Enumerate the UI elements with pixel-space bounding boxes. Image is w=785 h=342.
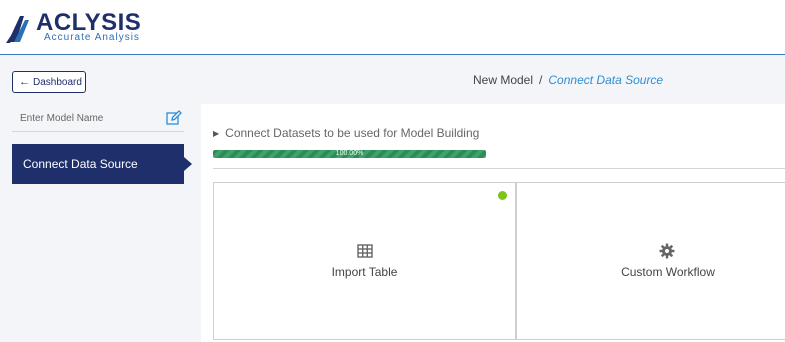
- custom-workflow-label: Custom Workflow: [621, 265, 715, 279]
- breadcrumb: New Model / Connect Data Source: [473, 73, 663, 87]
- divider: [213, 168, 785, 169]
- table-grid-icon: [357, 244, 373, 258]
- main-panel: ▶ Connect Datasets to be used for Model …: [201, 104, 785, 342]
- dashboard-button[interactable]: ← Dashboard: [12, 71, 86, 93]
- progress-label: 100.00%: [335, 150, 364, 157]
- top-header: ACLYSIS Accurate Analysis: [0, 0, 785, 55]
- sidebar-step-label: Connect Data Source: [23, 157, 138, 171]
- sidebar-step-connect-data-source[interactable]: Connect Data Source: [12, 144, 192, 184]
- model-name-input[interactable]: [12, 106, 152, 130]
- import-table-card[interactable]: Import Table: [213, 182, 516, 340]
- breadcrumb-parent[interactable]: New Model: [473, 73, 533, 87]
- dashboard-button-label: Dashboard: [33, 76, 82, 88]
- breadcrumb-separator: /: [539, 73, 543, 87]
- gear-icon: [659, 243, 675, 259]
- progress-bar: 100.00%: [213, 150, 486, 158]
- section-title-text: Connect Datasets to be used for Model Bu…: [225, 126, 480, 140]
- arrow-left-icon: ←: [19, 76, 30, 88]
- import-table-label: Import Table: [331, 265, 398, 279]
- brand-tagline: Accurate Analysis: [44, 32, 140, 43]
- model-name-field: [12, 106, 184, 132]
- brand-logo[interactable]: ACLYSIS Accurate Analysis: [6, 10, 146, 46]
- section-title: ▶ Connect Datasets to be used for Model …: [213, 126, 479, 140]
- logo-mark-icon: [6, 16, 29, 43]
- caret-right-icon: ▶: [213, 128, 220, 138]
- selected-status-dot: [498, 191, 507, 200]
- edit-icon[interactable]: [166, 110, 182, 126]
- breadcrumb-current: Connect Data Source: [548, 73, 664, 87]
- custom-workflow-card[interactable]: Custom Workflow: [516, 182, 785, 340]
